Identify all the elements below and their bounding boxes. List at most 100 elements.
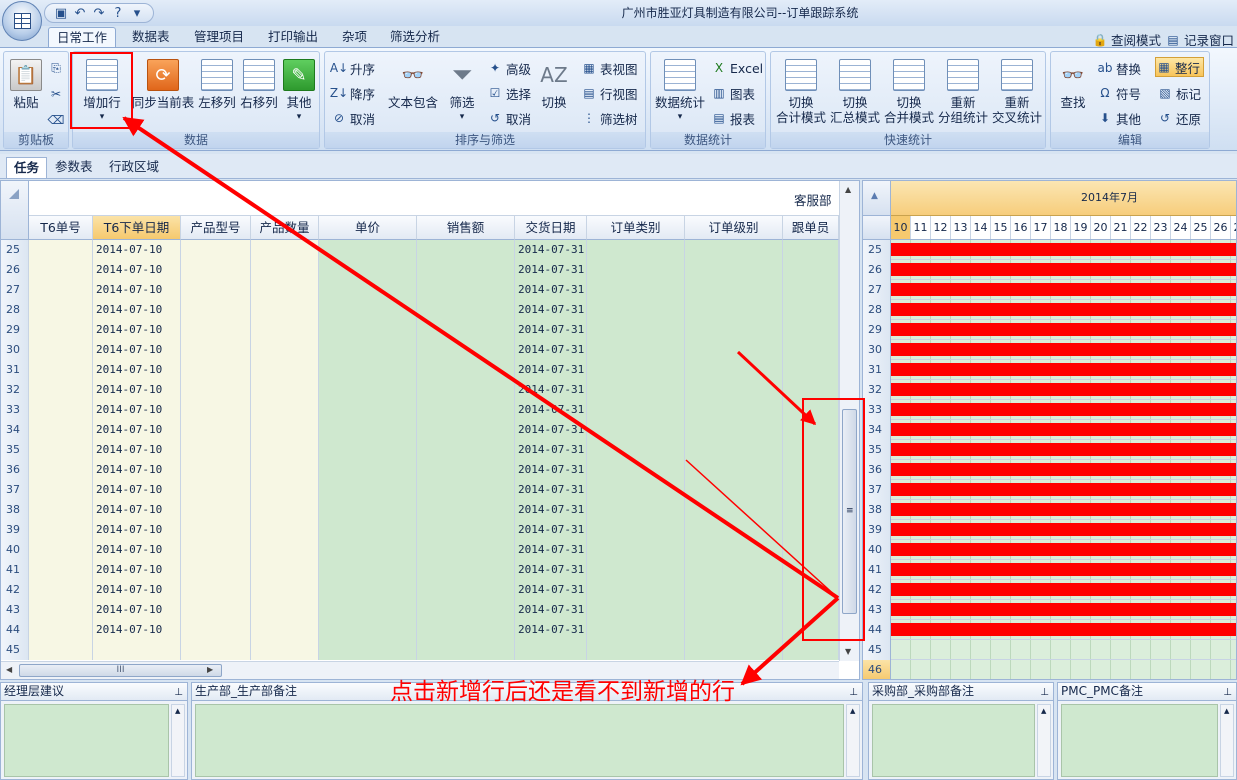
row-number[interactable]: 42 <box>1 580 29 600</box>
chart-button[interactable]: ▥ 图表 <box>711 83 755 103</box>
undo-icon[interactable]: ↶ <box>72 5 88 21</box>
table-cell[interactable] <box>685 260 783 280</box>
table-cell[interactable] <box>783 640 839 660</box>
table-cell[interactable] <box>515 640 587 660</box>
table-row[interactable]: 37 2014-07-10 2014-07-31 <box>1 480 839 500</box>
filter-button[interactable]: ⏷ 筛选 ▾ <box>443 54 481 130</box>
table-cell[interactable] <box>181 400 251 420</box>
table-cell[interactable] <box>29 260 93 280</box>
table-cell[interactable] <box>251 520 319 540</box>
table-cell[interactable] <box>251 320 319 340</box>
table-cell[interactable]: 2014-07-10 <box>93 300 181 320</box>
gantt-row[interactable]: 25 <box>863 240 1236 260</box>
table-cell[interactable] <box>783 320 839 340</box>
pane-scrollbar[interactable]: ▲ <box>1220 704 1234 777</box>
table-cell[interactable] <box>319 520 417 540</box>
select-filter-button[interactable]: ☑ 选择 <box>487 83 531 103</box>
table-cell[interactable] <box>181 480 251 500</box>
table-cell[interactable] <box>181 360 251 380</box>
table-cell[interactable] <box>181 620 251 640</box>
table-cell[interactable] <box>29 420 93 440</box>
table-cell[interactable] <box>417 340 515 360</box>
sheet-tab-tasks[interactable]: 任务 <box>6 157 48 178</box>
table-cell[interactable] <box>181 320 251 340</box>
table-cell[interactable] <box>319 580 417 600</box>
gantt-row-number[interactable]: 36 <box>863 460 891 480</box>
table-cell[interactable] <box>685 600 783 620</box>
gantt-row-number[interactable]: 32 <box>863 380 891 400</box>
table-cell[interactable] <box>417 640 515 660</box>
gantt-row-number[interactable]: 30 <box>863 340 891 360</box>
gantt-row-number[interactable]: 35 <box>863 440 891 460</box>
table-cell[interactable]: 2014-07-10 <box>93 620 181 640</box>
table-cell[interactable]: 2014-07-10 <box>93 540 181 560</box>
table-cell[interactable] <box>29 520 93 540</box>
table-cell[interactable] <box>319 280 417 300</box>
table-cell[interactable] <box>319 480 417 500</box>
table-cell[interactable] <box>685 320 783 340</box>
gantt-row-number[interactable]: 33 <box>863 400 891 420</box>
table-cell[interactable] <box>319 440 417 460</box>
table-cell[interactable] <box>587 500 685 520</box>
gantt-bar[interactable] <box>891 343 1236 356</box>
sort-desc-button[interactable]: Z↓ 降序 <box>330 83 375 103</box>
table-cell[interactable] <box>417 500 515 520</box>
table-cell[interactable] <box>587 640 685 660</box>
row-number[interactable]: 38 <box>1 500 29 520</box>
table-cell[interactable] <box>319 240 417 260</box>
table-cell[interactable] <box>417 300 515 320</box>
table-cell[interactable] <box>181 540 251 560</box>
row-number[interactable]: 35 <box>1 440 29 460</box>
table-cell[interactable] <box>181 420 251 440</box>
table-cell[interactable] <box>319 320 417 340</box>
gantt-bar[interactable] <box>891 383 1236 396</box>
table-row[interactable]: 31 2014-07-10 2014-07-31 <box>1 360 839 380</box>
row-number[interactable]: 26 <box>1 260 29 280</box>
row-number[interactable]: 45 <box>1 640 29 660</box>
table-cell[interactable]: 2014-07-31 <box>515 540 587 560</box>
whole-row-button[interactable]: ▦ 整行 <box>1155 57 1205 77</box>
gantt-row[interactable]: 31 <box>863 360 1236 380</box>
gantt-bar[interactable] <box>891 283 1236 296</box>
table-cell[interactable] <box>251 240 319 260</box>
table-cell[interactable]: 2014-07-31 <box>515 620 587 640</box>
table-cell[interactable] <box>685 280 783 300</box>
pane-scrollbar[interactable]: ▲ <box>171 704 185 777</box>
table-cell[interactable] <box>685 400 783 420</box>
gantt-row[interactable]: 44 <box>863 620 1236 640</box>
table-row[interactable]: 29 2014-07-10 2014-07-31 <box>1 320 839 340</box>
pmc-notes-textarea[interactable] <box>1061 704 1218 777</box>
table-cell[interactable] <box>685 500 783 520</box>
gantt-row-number[interactable]: 41 <box>863 560 891 580</box>
pane-scrollbar[interactable]: ▲ <box>846 704 860 777</box>
table-cell[interactable] <box>685 360 783 380</box>
table-cell[interactable] <box>685 380 783 400</box>
gantt-row[interactable]: 46 <box>863 660 1236 679</box>
table-row[interactable]: 25 2014-07-10 2014-07-31 <box>1 240 839 260</box>
table-cell[interactable]: 2014-07-31 <box>515 360 587 380</box>
sync-table-button[interactable]: ⟳ 同步当前表 <box>131 54 195 130</box>
table-cell[interactable] <box>685 240 783 260</box>
row-number[interactable]: 30 <box>1 340 29 360</box>
gantt-corner[interactable]: ▲ <box>863 181 891 216</box>
table-cell[interactable] <box>251 300 319 320</box>
table-cell[interactable] <box>93 640 181 660</box>
scroll-up-icon[interactable]: ▲ <box>1224 707 1229 715</box>
sort-asc-button[interactable]: A↓ 升序 <box>330 58 375 78</box>
table-cell[interactable]: 2014-07-31 <box>515 380 587 400</box>
table-cell[interactable] <box>319 540 417 560</box>
table-cell[interactable]: 2014-07-31 <box>515 460 587 480</box>
table-cell[interactable] <box>181 300 251 320</box>
table-cell[interactable] <box>319 560 417 580</box>
table-cell[interactable] <box>181 500 251 520</box>
table-cell[interactable] <box>685 460 783 480</box>
table-cell[interactable]: 2014-07-10 <box>93 320 181 340</box>
gantt-row[interactable]: 43 <box>863 600 1236 620</box>
sheet-tab-regions[interactable]: 行政区域 <box>102 157 166 178</box>
table-cell[interactable] <box>783 280 839 300</box>
table-row[interactable]: 39 2014-07-10 2014-07-31 <box>1 520 839 540</box>
gantt-row-number[interactable]: 44 <box>863 620 891 640</box>
table-cell[interactable] <box>417 480 515 500</box>
table-cell[interactable] <box>181 280 251 300</box>
gantt-row[interactable]: 34 <box>863 420 1236 440</box>
